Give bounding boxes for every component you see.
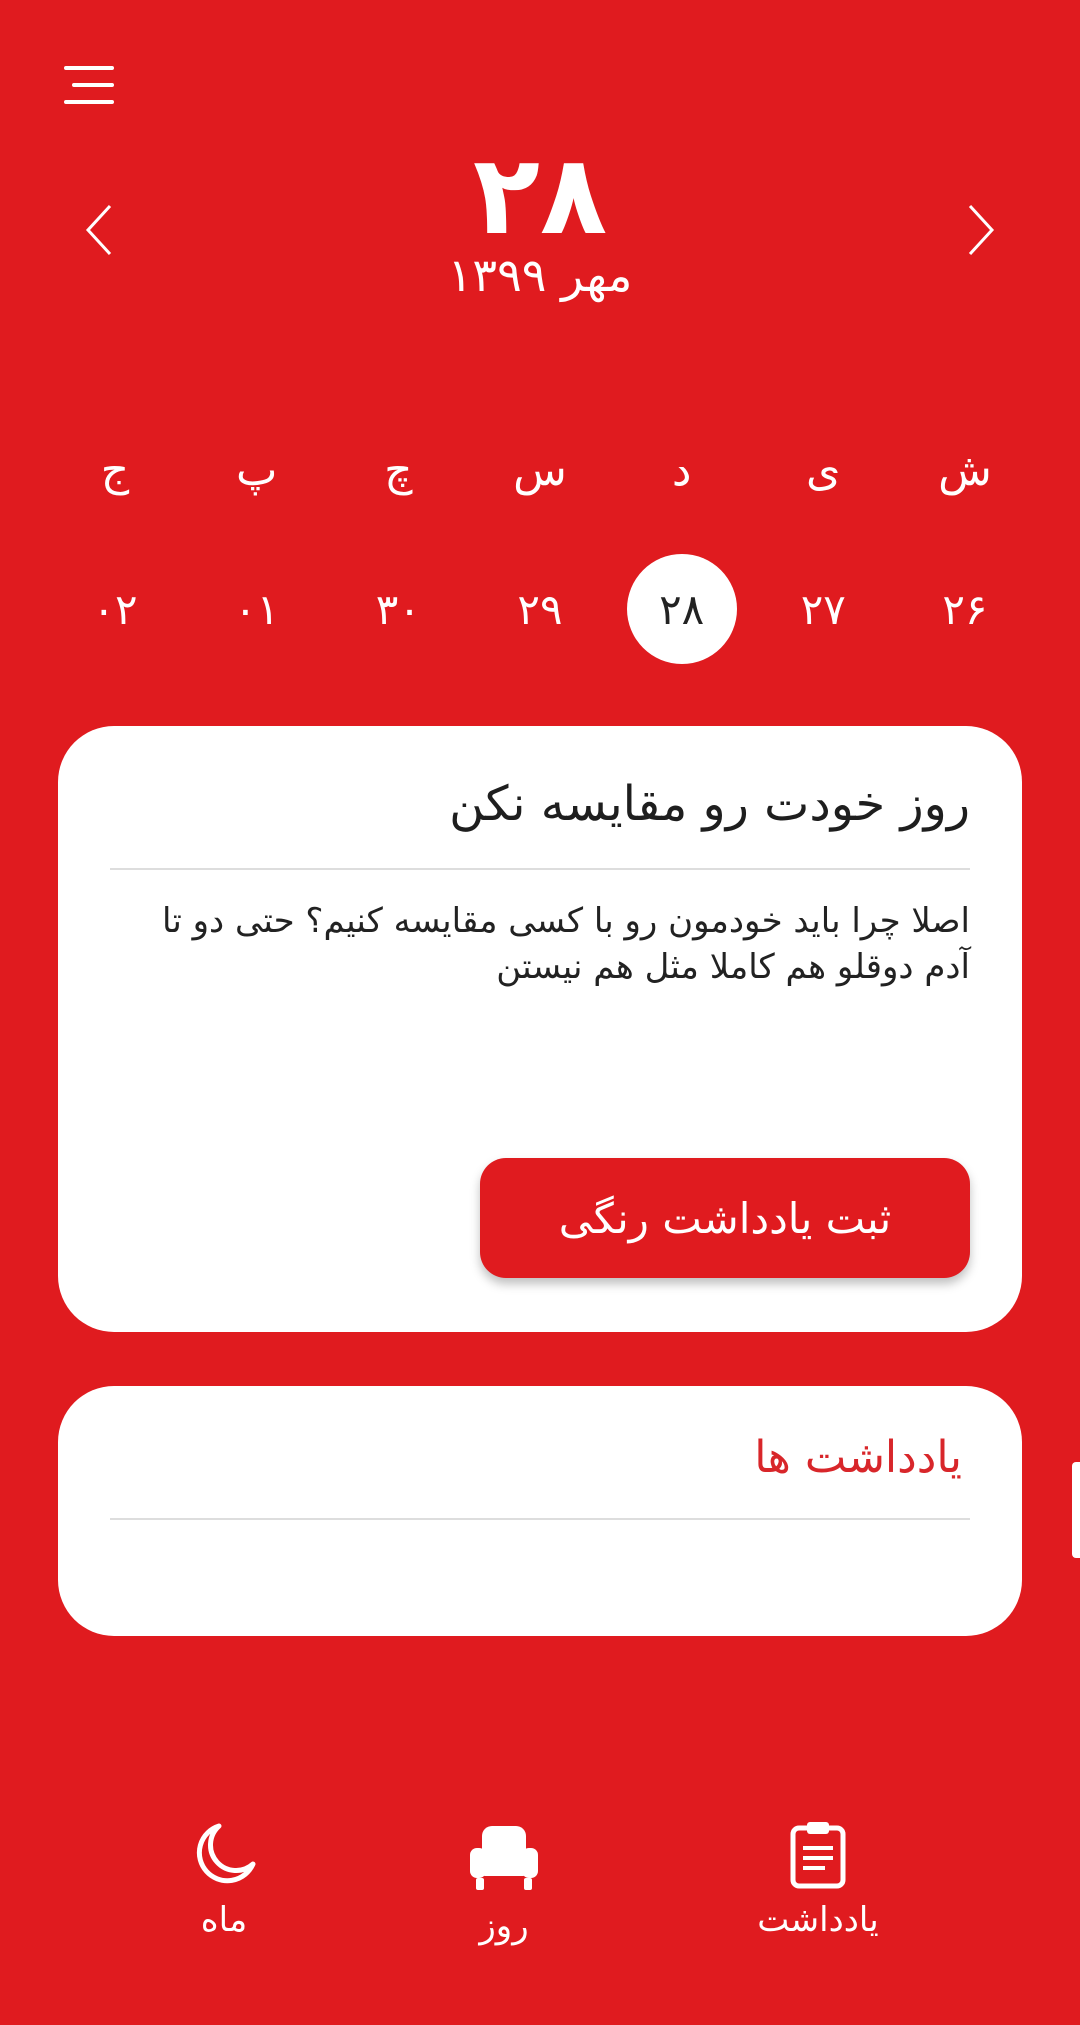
date-cell[interactable]: ۰۲ [60, 554, 170, 664]
menu-line [72, 83, 114, 87]
tab-month-label: ماه [200, 1900, 248, 1940]
date-cell[interactable]: ۲۸ [626, 554, 737, 664]
hamburger-menu-icon[interactable] [58, 66, 114, 106]
current-month-year: مهر ۱۳۹۹ [447, 248, 633, 302]
menu-line [64, 66, 114, 70]
divider [110, 1518, 970, 1520]
weekday-label: ش [938, 444, 992, 496]
daily-tip-card: روز خودت رو مقایسه نکن اصلا چرا باید خود… [58, 726, 1022, 1332]
current-day-number: ۲۸ [472, 131, 608, 259]
tab-note-label: یادداشت [757, 1900, 879, 1940]
weekday-label: د [671, 444, 692, 496]
scroll-handle[interactable] [1072, 1462, 1080, 1558]
week-dates-row: ۲۶ ۲۷ ۲۸ ۲۹ ۳۰ ۰۱ ۰۲ [60, 554, 1020, 664]
date-cell[interactable]: ۲۷ [768, 554, 878, 664]
tab-note[interactable]: یادداشت [718, 1820, 918, 1940]
menu-line [64, 100, 114, 104]
notes-title: یادداشت ها [754, 1432, 962, 1483]
weekday-header-row: ش ی د س چ پ ج [60, 440, 1020, 500]
date-cell[interactable]: ۲۹ [485, 554, 595, 664]
date-cell[interactable]: ۳۰ [343, 554, 453, 664]
date-cell[interactable]: ۰۱ [202, 554, 312, 664]
divider [110, 868, 970, 870]
add-color-note-button[interactable]: ثبت یادداشت رنگی [480, 1158, 970, 1278]
weekday-label: چ [384, 444, 413, 496]
weekday-label: س [513, 444, 567, 496]
tip-body: اصلا چرا باید خودمون رو با کسی مقایسه کن… [162, 901, 970, 987]
moon-icon [196, 1823, 256, 1884]
weekday-label: پ [235, 444, 278, 496]
tab-day-label: روز [479, 1906, 529, 1946]
armchair-icon [470, 1826, 538, 1890]
tip-title: روز خودت رو مقایسه نکن [449, 776, 970, 832]
notes-card: یادداشت ها [58, 1386, 1022, 1636]
tab-day[interactable]: روز [404, 1820, 604, 1946]
tab-month[interactable]: ماه [124, 1820, 324, 1940]
clipboard-icon [790, 1822, 846, 1889]
weekday-label: ج [100, 444, 130, 496]
date-cell[interactable]: ۲۶ [910, 554, 1020, 664]
weekday-label: ی [806, 444, 841, 496]
